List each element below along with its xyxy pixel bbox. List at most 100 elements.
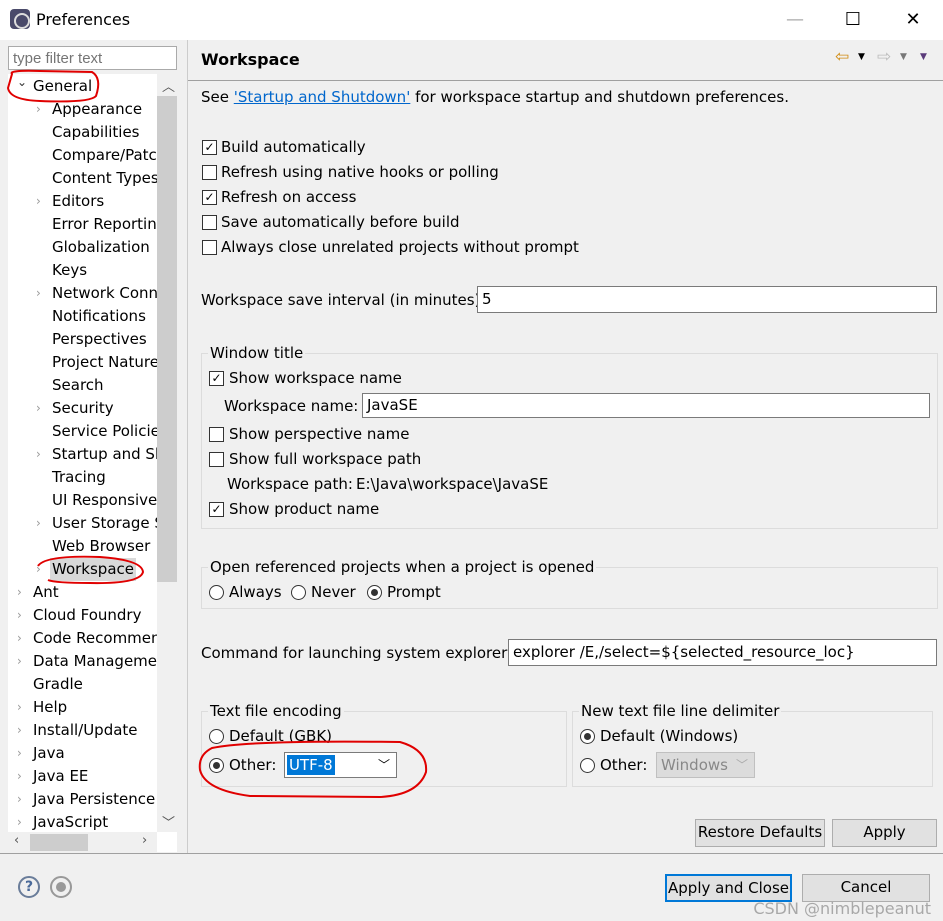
chevron-right-icon[interactable]: › <box>36 512 41 535</box>
tree-item[interactable]: Capabilities <box>8 121 157 144</box>
chevron-right-icon[interactable]: › <box>36 190 41 213</box>
show-workspace-name-checkbox[interactable]: ✓ <box>209 371 224 386</box>
tree-item[interactable]: ⌄ General <box>8 75 157 98</box>
back-menu-icon[interactable]: ▼ <box>858 52 865 62</box>
tree-item[interactable]: › Ant <box>8 581 157 604</box>
tree-item[interactable]: › Workspace <box>8 558 157 581</box>
chevron-right-icon[interactable]: › <box>36 558 41 581</box>
minimize-button[interactable]: — <box>780 8 810 32</box>
line-delimiter-legend: New text file line delimiter <box>579 702 782 720</box>
import-export-icon[interactable] <box>50 876 72 898</box>
help-icon[interactable]: ? <box>18 876 40 898</box>
scroll-up-icon[interactable]: ︿ <box>162 76 175 95</box>
option-checkbox[interactable]: ✓ <box>202 190 217 205</box>
tree-item[interactable]: › Appearance <box>8 98 157 121</box>
forward-arrow-icon[interactable]: ⇨ <box>877 47 891 67</box>
workspace-name-input[interactable]: JavaSE <box>362 393 930 418</box>
tree-item[interactable]: Error Reporting <box>8 213 157 236</box>
tree-item[interactable]: Compare/Patch <box>8 144 157 167</box>
startup-shutdown-link[interactable]: 'Startup and Shutdown' <box>234 88 411 106</box>
tree-item[interactable]: Project Natures <box>8 351 157 374</box>
tree-item[interactable]: › Java <box>8 742 157 765</box>
back-arrow-icon[interactable]: ⇦ <box>835 47 849 67</box>
encoding-default-radio[interactable] <box>209 729 224 744</box>
filter-input[interactable] <box>8 46 177 70</box>
chevron-right-icon[interactable]: › <box>17 719 22 742</box>
option-checkbox[interactable] <box>202 165 217 180</box>
chevron-right-icon[interactable]: › <box>17 765 22 788</box>
scroll-right-icon[interactable]: › <box>142 833 147 848</box>
tree-item[interactable]: Notifications <box>8 305 157 328</box>
option-checkbox[interactable]: ✓ <box>202 140 217 155</box>
delimiter-other-radio[interactable] <box>580 758 595 773</box>
delimiter-default-radio[interactable] <box>580 729 595 744</box>
option-checkbox[interactable] <box>202 240 217 255</box>
scroll-left-icon[interactable]: ‹ <box>14 833 19 848</box>
tree-item[interactable]: › User Storage Service <box>8 512 157 535</box>
tree-item[interactable]: › Data Management <box>8 650 157 673</box>
cancel-button[interactable]: Cancel <box>802 874 930 902</box>
chevron-right-icon[interactable]: › <box>17 696 22 719</box>
chevron-right-icon[interactable]: › <box>17 742 22 765</box>
tree-item[interactable]: Service Policies <box>8 420 157 443</box>
tree-item[interactable]: › Startup and Shutdown <box>8 443 157 466</box>
explorer-command-input[interactable]: explorer /E,/select=${selected_resource_… <box>508 639 937 666</box>
prompt-radio[interactable] <box>367 585 382 600</box>
encoding-combo[interactable]: UTF-8 ﹀ <box>284 752 397 778</box>
encoding-default-label: Default (GBK) <box>229 727 333 745</box>
encoding-other-radio[interactable] <box>209 758 224 773</box>
chevron-right-icon[interactable]: › <box>17 581 22 604</box>
tree-item[interactable]: UI Responsiveness <box>8 489 157 512</box>
tree-item[interactable]: Globalization <box>8 236 157 259</box>
save-interval-label: Workspace save interval (in minutes): <box>201 291 486 309</box>
chevron-right-icon[interactable]: › <box>17 627 22 650</box>
tree-item[interactable]: › Network Connections <box>8 282 157 305</box>
show-product-name-checkbox[interactable]: ✓ <box>209 502 224 517</box>
chevron-right-icon[interactable]: › <box>17 650 22 673</box>
tree-item-label: UI Responsiveness <box>52 491 157 509</box>
apply-button[interactable]: Apply <box>832 819 937 847</box>
tree-item-label: Help <box>33 698 68 716</box>
delimiter-combo[interactable]: Windows ﹀ <box>656 752 755 778</box>
tree-item[interactable]: Keys <box>8 259 157 282</box>
close-button[interactable]: ✕ <box>898 8 928 32</box>
chevron-right-icon[interactable]: › <box>36 443 41 466</box>
tree-vertical-scroll-thumb[interactable] <box>157 96 177 582</box>
save-interval-input[interactable]: 5 <box>477 286 937 313</box>
apply-and-close-button[interactable]: Apply and Close <box>665 874 792 902</box>
chevron-right-icon[interactable]: › <box>17 604 22 627</box>
view-menu-icon[interactable]: ▼ <box>920 52 927 62</box>
chevron-right-icon[interactable]: › <box>17 788 22 811</box>
chevron-down-icon[interactable]: ⌄ <box>17 75 27 94</box>
tree-item[interactable]: › Install/Update <box>8 719 157 742</box>
tree-item[interactable]: › Java Persistence <box>8 788 157 811</box>
tree-item[interactable]: Search <box>8 374 157 397</box>
tree-item[interactable]: › Java EE <box>8 765 157 788</box>
restore-defaults-button[interactable]: Restore Defaults <box>695 819 825 847</box>
tree-item[interactable]: Web Browser <box>8 535 157 558</box>
show-perspective-name-checkbox[interactable] <box>209 427 224 442</box>
show-full-path-checkbox[interactable] <box>209 452 224 467</box>
tree-item[interactable]: › Help <box>8 696 157 719</box>
tree-item[interactable]: › JavaScript <box>8 811 157 834</box>
maximize-button[interactable]: ☐ <box>838 8 868 32</box>
chevron-right-icon[interactable]: › <box>36 98 41 121</box>
tree-item[interactable]: Content Types <box>8 167 157 190</box>
forward-menu-icon[interactable]: ▼ <box>900 52 907 62</box>
always-radio[interactable] <box>209 585 224 600</box>
chevron-right-icon[interactable]: › <box>36 282 41 305</box>
tree-item[interactable]: Gradle <box>8 673 157 696</box>
tree-item[interactable]: › Code Recommenders <box>8 627 157 650</box>
tree-item[interactable]: Perspectives <box>8 328 157 351</box>
chevron-right-icon[interactable]: › <box>17 811 22 834</box>
tree-item[interactable]: › Security <box>8 397 157 420</box>
chevron-right-icon[interactable]: › <box>36 397 41 420</box>
tree-item[interactable]: › Editors <box>8 190 157 213</box>
tree-horizontal-scroll-thumb[interactable] <box>30 834 88 851</box>
option-checkbox[interactable] <box>202 215 217 230</box>
scroll-down-icon[interactable]: ﹀ <box>162 812 175 831</box>
tree-item-label: Cloud Foundry <box>33 606 142 624</box>
tree-item[interactable]: Tracing <box>8 466 157 489</box>
never-radio[interactable] <box>291 585 306 600</box>
tree-item[interactable]: › Cloud Foundry <box>8 604 157 627</box>
